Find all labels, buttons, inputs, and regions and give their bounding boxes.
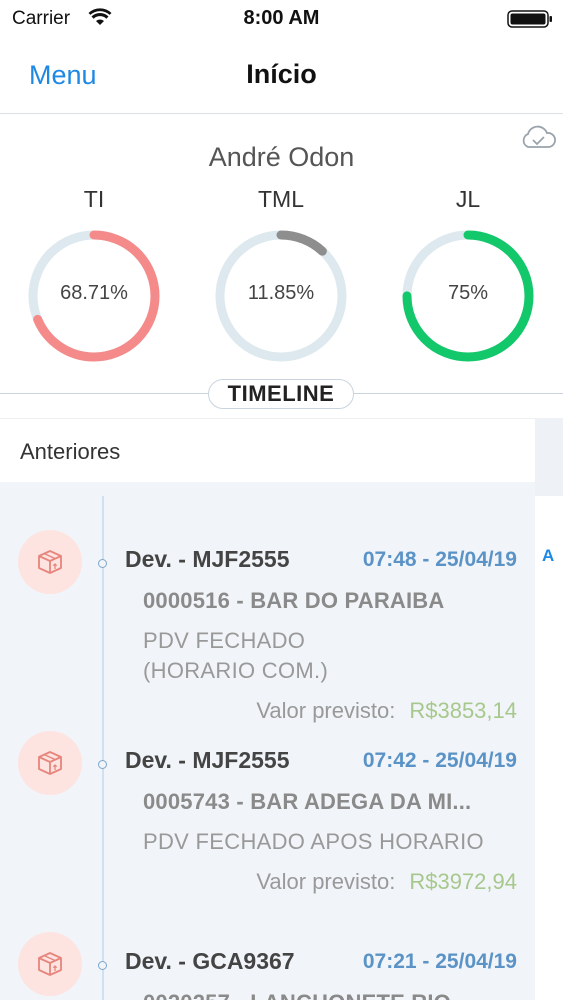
timeline-entry[interactable]: Dev. - MJF2555 07:42 - 25/04/19 0005743 …	[0, 731, 535, 901]
entry-value-label: Valor previsto:	[256, 869, 396, 894]
gauge-value: 75%	[447, 282, 489, 304]
user-name: André Odon	[208, 142, 355, 172]
gauge-value: 11.85%	[247, 282, 315, 304]
entry-value-row: Valor previsto: R$3853,14	[256, 698, 517, 724]
page-title: Início	[246, 59, 317, 89]
side-index-letter[interactable]: A	[542, 546, 554, 566]
entry-title: Dev. - MJF2555	[125, 546, 290, 572]
entry-status-line: PDV FECHADO	[143, 628, 306, 653]
timeline-dot	[98, 961, 107, 970]
side-index-strip	[535, 496, 563, 1000]
gauge-label: TI	[83, 186, 105, 212]
entry-value-row: Valor previsto: R$3972,94	[256, 869, 517, 895]
package-icon	[18, 932, 82, 996]
gauge-value: 68.71%	[60, 282, 128, 304]
clock-time: 8:00 AM	[243, 7, 320, 29]
entry-status: PDV FECHADO (HORARIO COM.)	[143, 626, 523, 686]
gauge-jl: JL 75%	[398, 186, 538, 366]
entry-status-line: PDV FECHADO APOS HORARIO	[143, 829, 484, 854]
entry-client: 0020257 - LANCHONETE RIO...	[143, 990, 519, 1000]
section-title: Anteriores	[20, 439, 121, 464]
entry-client: 0005743 - BAR ADEGA DA MI...	[143, 789, 472, 814]
timeline-dot	[98, 559, 107, 568]
entry-time: 07:21 - 25/04/19	[362, 950, 517, 973]
navigation-bar: Menu Início	[0, 40, 563, 114]
package-icon	[18, 530, 82, 594]
gauge-tml: TML 11.85%	[211, 186, 351, 366]
status-bar: Carrier 8:00 AM	[0, 0, 563, 40]
entry-time: 07:48 - 25/04/19	[362, 548, 517, 571]
entry-title: Dev. - GCA9367	[125, 948, 295, 974]
entry-title: Dev. - MJF2555	[125, 747, 290, 773]
entry-value-label: Valor previsto:	[256, 698, 396, 723]
entry-value: R$3972,94	[409, 869, 517, 894]
section-header: Anteriores	[0, 418, 535, 482]
gauge-label: JL	[455, 186, 481, 212]
entry-status-line: (HORARIO COM.)	[143, 658, 329, 683]
timeline-tab[interactable]: TIMELINE	[208, 379, 354, 409]
gauge-ti: TI 68.71%	[24, 186, 164, 366]
timeline-list[interactable]: Dev. - MJF2555 07:48 - 25/04/19 0000516 …	[0, 482, 535, 1000]
package-icon	[18, 731, 82, 795]
timeline-entry[interactable]: Dev. - MJF2555 07:48 - 25/04/19 0000516 …	[0, 530, 535, 730]
battery-icon	[507, 10, 552, 28]
entry-status: PDV FECHADO APOS HORARIO	[143, 827, 523, 857]
entry-time: 07:42 - 25/04/19	[362, 749, 517, 772]
gauge-label: TML	[258, 186, 304, 212]
section-gutter	[535, 418, 563, 496]
entry-client: 0000516 - BAR DO PARAIBA	[143, 588, 445, 613]
entry-value: R$3853,14	[409, 698, 517, 723]
timeline-dot	[98, 760, 107, 769]
timeline-entry[interactable]: Dev. - GCA9367 07:21 - 25/04/19 0020257 …	[0, 932, 535, 1000]
